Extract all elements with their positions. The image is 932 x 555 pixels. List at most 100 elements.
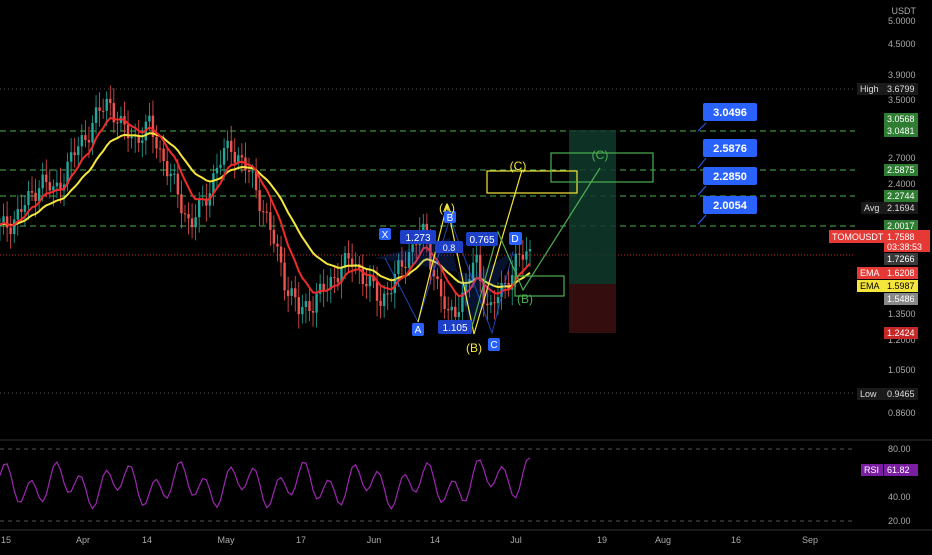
svg-text:A: A (415, 325, 422, 336)
level-value: 2.5875 (887, 165, 915, 175)
candle-body (443, 296, 446, 310)
ratio-label-0765[interactable]: 0.765 (466, 232, 498, 246)
rsi-y-tick: 80.00 (888, 444, 911, 454)
candle-body (16, 209, 19, 220)
candle-body (34, 192, 37, 202)
candle-body (109, 98, 112, 104)
candle-body (333, 277, 336, 279)
chart-svg[interactable]: X A B (A) (B) (C) C D (B) (C) 1.273 0.8 … (0, 0, 932, 550)
candle-body (148, 115, 151, 122)
avg-value: 2.1694 (887, 203, 915, 213)
candle-body (404, 266, 407, 268)
candle-body (272, 229, 276, 244)
candle-body (101, 110, 105, 112)
wave-label-d[interactable]: D (509, 232, 522, 245)
level-value: 3.0568 (887, 114, 915, 124)
wave-label-a[interactable]: A (412, 323, 424, 336)
svg-text:2.5876: 2.5876 (713, 143, 747, 155)
y-tick: 3.5000 (888, 95, 916, 105)
x-tick: Jul (510, 535, 522, 545)
y-tick: 4.5000 (888, 39, 916, 49)
candle-body (194, 217, 197, 228)
candle-body (297, 297, 300, 315)
candle-body (386, 293, 389, 295)
candle-body (5, 216, 9, 228)
level-value: 1.7266 (887, 254, 915, 264)
wave-label-c[interactable]: C (488, 338, 500, 351)
y-tick: 1.0500 (888, 365, 916, 375)
candle-body (475, 254, 478, 263)
candle-body (48, 182, 51, 191)
x-tick: 19 (597, 535, 607, 545)
svg-text:3.0496: 3.0496 (713, 107, 747, 119)
x-tick: 17 (296, 535, 306, 545)
candle-body (450, 306, 453, 311)
y-tick: 2.7000 (888, 153, 916, 163)
candle-body (197, 198, 201, 218)
svg-text:0.8: 0.8 (443, 243, 456, 253)
y-tick: 1.3500 (888, 309, 916, 319)
wave-label-c-green: (C) (592, 148, 609, 162)
ratio-label-1273[interactable]: 1.273 (400, 230, 436, 244)
candle-body (180, 194, 183, 214)
candle-body (105, 98, 108, 111)
candle-body (347, 253, 350, 259)
candle-body (55, 182, 59, 187)
candle-body (446, 309, 450, 311)
candle-body (436, 276, 439, 280)
x-tick: Jun (367, 535, 382, 545)
svg-text:C: C (490, 340, 497, 351)
svg-text:X: X (382, 230, 389, 241)
candle-body (233, 151, 236, 163)
trading-chart[interactable]: X A B (A) (B) (C) C D (B) (C) 1.273 0.8 … (0, 0, 932, 550)
candle-body (397, 260, 400, 274)
candle-body (308, 301, 311, 312)
symbol-label: TOMOUSDT (832, 232, 884, 242)
wave-label-x[interactable]: X (379, 228, 391, 241)
candle-body (457, 312, 461, 317)
candle-body (130, 136, 133, 139)
x-tick: 14 (430, 535, 440, 545)
candle-body (315, 293, 318, 313)
wave-label-b-paren: (B) (466, 341, 482, 355)
candle-body (496, 297, 500, 304)
candle-body (265, 211, 268, 213)
candle-body (162, 148, 165, 162)
x-tick: Sep (802, 535, 818, 545)
svg-text:1.105: 1.105 (442, 323, 467, 334)
candle-body (304, 301, 308, 308)
candle-body (294, 288, 297, 298)
wave-label-b-green: (B) (517, 292, 533, 306)
ratio-label-08[interactable]: 0.8 (435, 241, 463, 253)
candle-body (190, 218, 194, 228)
loss-zone[interactable] (569, 284, 616, 333)
rsi-value: 61.82 (887, 465, 910, 475)
candle-body (365, 284, 368, 287)
low-label: Low (860, 389, 877, 399)
y-tick: 3.9000 (888, 70, 916, 80)
candle-body (230, 140, 233, 152)
candle-body (493, 302, 496, 304)
svg-text:D: D (511, 234, 518, 245)
candle-body (73, 152, 76, 156)
candle-body (525, 251, 528, 260)
candle-body (165, 161, 169, 177)
x-tick: 15 (1, 535, 11, 545)
wave-label-c-paren: (C) (510, 159, 527, 173)
svg-text:2.0054: 2.0054 (713, 200, 748, 212)
candle-body (382, 293, 386, 306)
candle-body (283, 262, 286, 291)
x-tick: Aug (655, 535, 671, 545)
x-tick: Apr (76, 535, 90, 545)
level-value: 1.2424 (887, 328, 915, 338)
candle-body (141, 140, 144, 143)
ema-slow-label: EMA (860, 281, 880, 291)
svg-text:1.273: 1.273 (405, 233, 430, 244)
candle-body (23, 205, 27, 212)
candle-body (173, 173, 176, 175)
candle-body (489, 302, 493, 306)
x-tick: 16 (731, 535, 741, 545)
candle-body (454, 306, 457, 317)
ratio-label-1105[interactable]: 1.105 (438, 320, 472, 334)
y-tick: 0.8600 (888, 408, 916, 418)
